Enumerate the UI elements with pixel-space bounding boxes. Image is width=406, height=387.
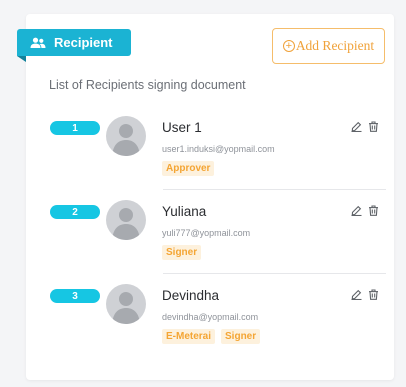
role-tag: Signer bbox=[162, 245, 202, 260]
order-badge: 2 bbox=[50, 205, 100, 219]
recipient-email: devindha@yopmail.com bbox=[162, 312, 259, 322]
trash-icon[interactable] bbox=[368, 289, 379, 300]
user-avatar-icon bbox=[106, 200, 146, 240]
trash-icon[interactable] bbox=[368, 121, 379, 132]
recipient-name: Devindha bbox=[162, 288, 220, 303]
pencil-icon[interactable] bbox=[351, 121, 362, 132]
row-divider bbox=[163, 189, 386, 190]
pencil-icon[interactable] bbox=[351, 205, 362, 216]
recipient-email: yuli777@yopmail.com bbox=[162, 228, 251, 238]
order-badge: 3 bbox=[50, 289, 100, 303]
trash-icon[interactable] bbox=[368, 205, 379, 216]
role-tag: Signer bbox=[221, 329, 261, 344]
add-recipient-label: Add Recipient bbox=[295, 38, 375, 53]
plus-circle-icon: + bbox=[282, 40, 295, 52]
role-tag: E-Meterai bbox=[162, 329, 216, 344]
pencil-icon[interactable] bbox=[351, 289, 362, 300]
panel-title: Recipient bbox=[54, 35, 113, 50]
recipient-header-ribbon: Recipient bbox=[17, 29, 131, 62]
recipients-subtitle: List of Recipients signing document bbox=[49, 78, 246, 92]
user-avatar-icon bbox=[106, 284, 146, 324]
user-avatar-icon bbox=[106, 116, 146, 156]
users-icon bbox=[30, 37, 46, 49]
row-divider bbox=[163, 273, 386, 274]
recipient-email: user1.induksi@yopmail.com bbox=[162, 144, 275, 154]
recipient-name: User 1 bbox=[162, 120, 202, 135]
recipient-name: Yuliana bbox=[162, 204, 207, 219]
recipient-card bbox=[26, 14, 394, 380]
role-tag: Approver bbox=[162, 161, 215, 176]
order-badge: 1 bbox=[50, 121, 100, 135]
add-recipient-button[interactable]: + Add Recipient bbox=[272, 28, 385, 64]
